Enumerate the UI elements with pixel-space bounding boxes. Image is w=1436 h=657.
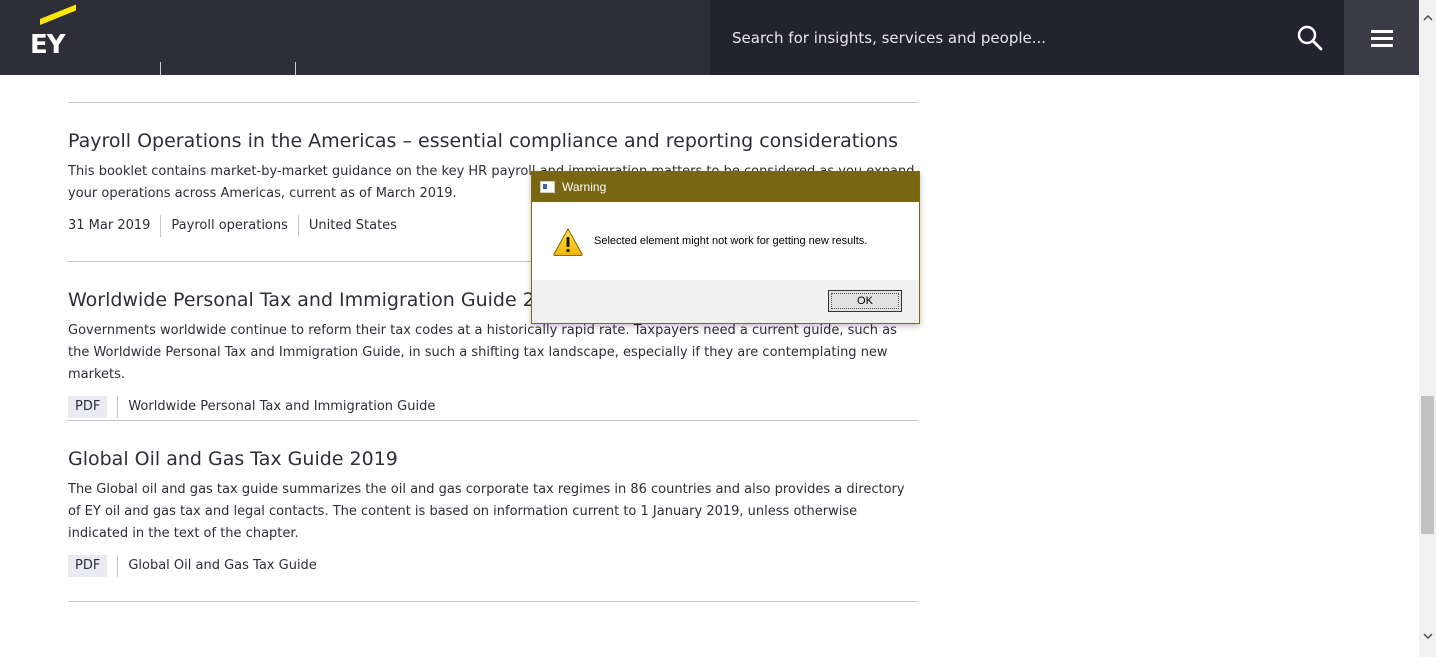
result-topic[interactable]: Payroll operations: [160, 215, 297, 237]
pdf-badge: PDF: [68, 555, 108, 577]
dialog-message: Selected element might not work for gett…: [594, 235, 868, 247]
result-title[interactable]: Global Oil and Gas Tax Guide 2019: [68, 446, 918, 472]
search-bar: [710, 0, 1344, 75]
meta-separator: [160, 62, 161, 75]
result-item: Global Oil and Gas Tax Guide 2019 The Gl…: [68, 446, 918, 577]
menu-line: [1371, 44, 1393, 47]
meta-separator: [295, 62, 296, 75]
divider: [68, 102, 918, 103]
result-title[interactable]: Payroll Operations in the Americas – ess…: [68, 128, 918, 154]
result-meta: PDF Worldwide Personal Tax and Immigrati…: [68, 396, 918, 418]
ok-button[interactable]: OK: [828, 290, 902, 312]
hamburger-menu-icon[interactable]: [1344, 0, 1419, 75]
scroll-up-icon[interactable]: [1419, 10, 1436, 27]
result-meta: PDF Global Oil and Gas Tax Guide: [68, 555, 918, 577]
dialog-titlebar[interactable]: Warning: [532, 172, 919, 202]
divider: [68, 420, 918, 421]
logo-text: EY: [30, 30, 66, 60]
result-region[interactable]: United States: [297, 215, 407, 237]
vertical-scrollbar[interactable]: [1419, 0, 1436, 657]
divider: [68, 601, 918, 602]
window-icon: [540, 181, 555, 193]
scroll-down-icon[interactable]: [1419, 628, 1436, 645]
menu-line: [1371, 37, 1393, 40]
result-description: The Global oil and gas tax guide summari…: [68, 482, 905, 541]
search-input[interactable]: [730, 22, 1274, 54]
menu-line: [1371, 30, 1393, 33]
warning-dialog: Warning Selected element might not work …: [531, 171, 920, 324]
pdf-badge: PDF: [68, 396, 108, 418]
dialog-title: Warning: [562, 180, 607, 194]
warning-icon: [552, 227, 584, 262]
result-link[interactable]: Worldwide Personal Tax and Immigration G…: [117, 396, 445, 418]
result-date: 31 Mar 2019: [68, 218, 151, 233]
scroll-thumb[interactable]: [1421, 396, 1434, 534]
result-link[interactable]: Global Oil and Gas Tax Guide: [117, 555, 326, 577]
dialog-body: Selected element might not work for gett…: [532, 202, 919, 280]
ey-logo[interactable]: EY: [30, 4, 76, 60]
result-description: Governments worldwide continue to reform…: [68, 323, 897, 382]
search-icon[interactable]: [1294, 22, 1326, 54]
logo-beam: [40, 4, 76, 26]
site-header: EY: [0, 0, 1419, 75]
